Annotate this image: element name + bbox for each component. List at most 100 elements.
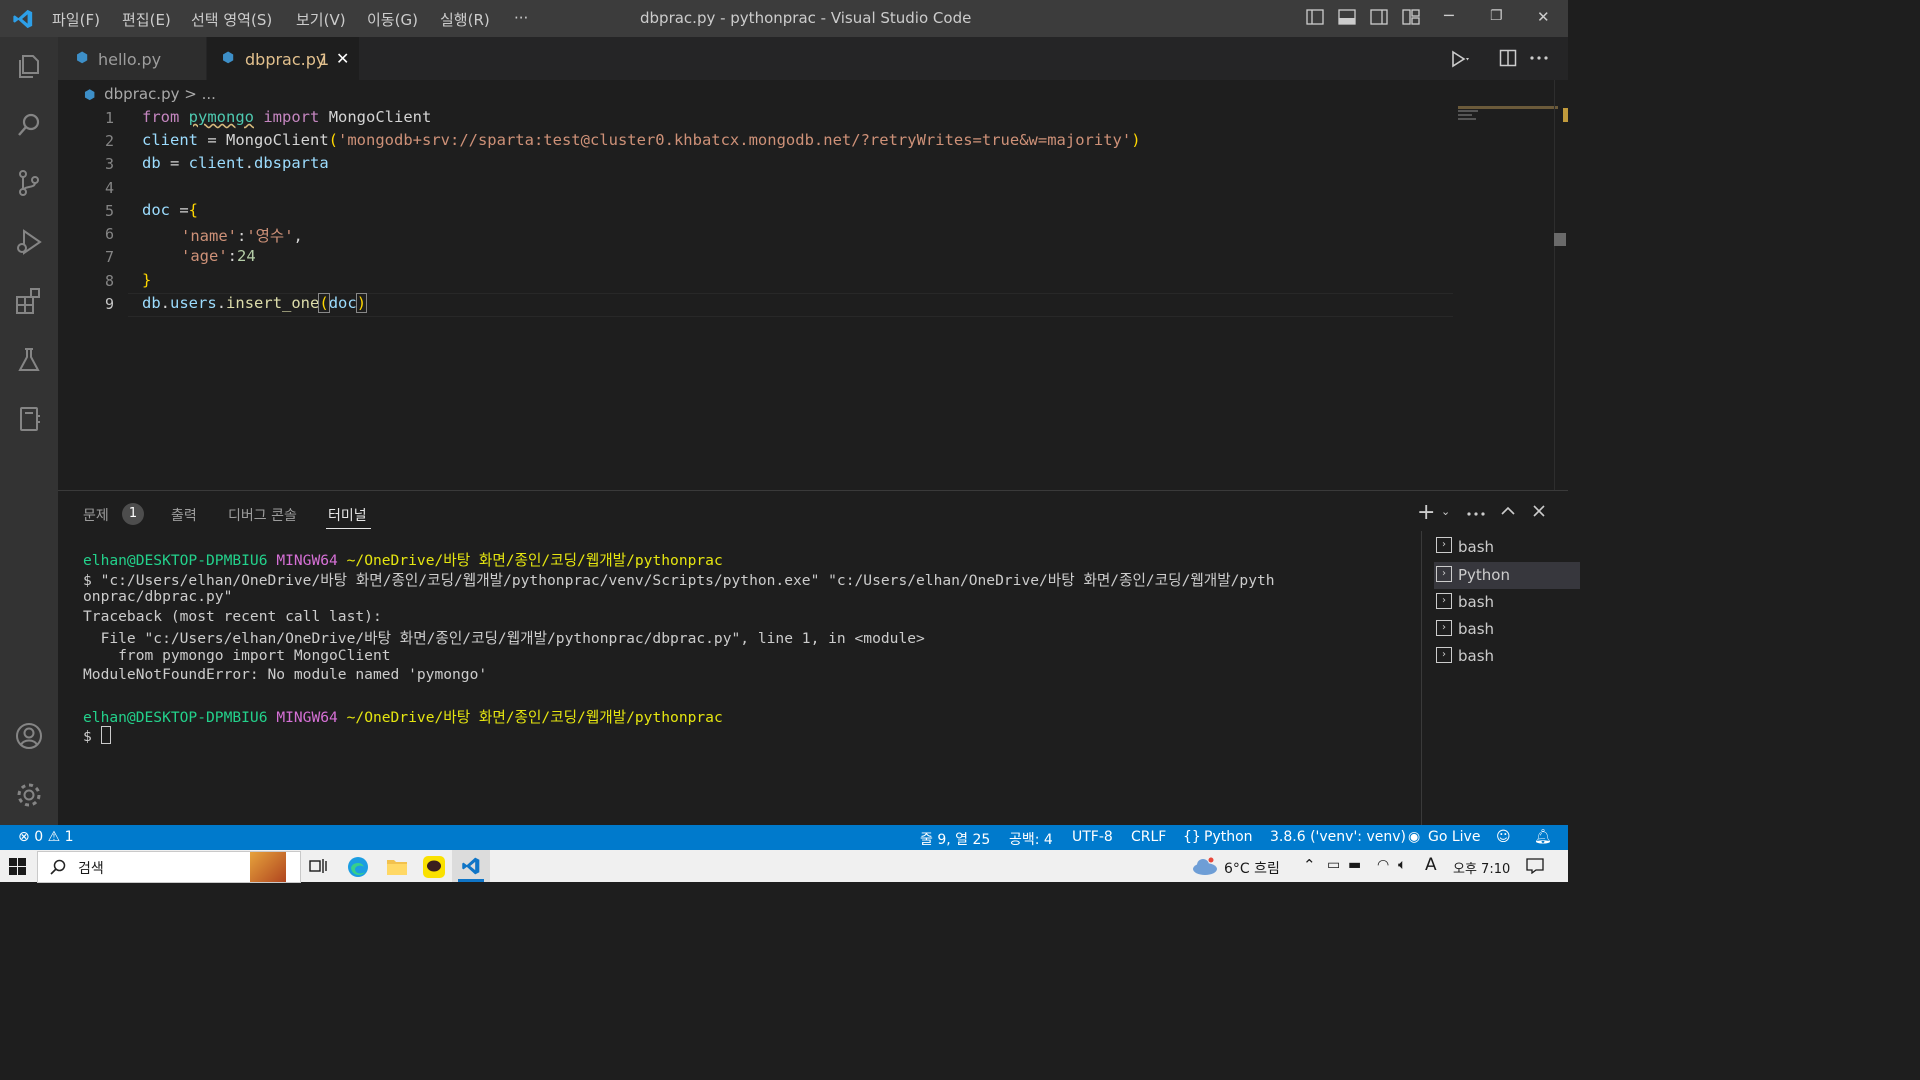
- code-line-7[interactable]: 'age':24: [181, 247, 256, 265]
- file-explorer-icon[interactable]: [386, 857, 408, 876]
- kakaotalk-icon[interactable]: [423, 856, 445, 878]
- vscode-taskbar-button[interactable]: [452, 850, 490, 882]
- toggle-secondary-sidebar-icon[interactable]: [1370, 9, 1388, 25]
- menu-edit[interactable]: 편집(E): [122, 9, 171, 30]
- breadcrumb-file[interactable]: dbprac.py: [104, 85, 179, 103]
- token: :: [227, 247, 238, 265]
- token: :: [237, 227, 247, 245]
- toggle-panel-icon[interactable]: [1338, 9, 1356, 25]
- breadcrumb-rest[interactable]: ...: [202, 85, 216, 103]
- tab-output[interactable]: 출력: [171, 505, 197, 525]
- run-file-icon[interactable]: [1450, 50, 1470, 68]
- editor-scrollbar[interactable]: [1554, 80, 1569, 490]
- terminal-icon: ›: [1436, 537, 1452, 553]
- battery-icon[interactable]: ▬: [1348, 857, 1361, 873]
- ime-indicator[interactable]: A: [1425, 855, 1437, 875]
- cursor-position[interactable]: 줄 9, 열 25: [920, 829, 990, 849]
- token: ): [1131, 131, 1141, 149]
- tab-hello-py[interactable]: ⬢ hello.py: [58, 37, 206, 80]
- menu-view[interactable]: 보기(V): [296, 9, 346, 30]
- customize-layout-icon[interactable]: [1402, 9, 1420, 25]
- menu-file[interactable]: 파일(F): [52, 9, 100, 30]
- code-line-6[interactable]: 'name':'영수',: [181, 224, 303, 246]
- menu-go[interactable]: 이동(G): [367, 9, 418, 30]
- taskbar-search-box[interactable]: 검색: [37, 851, 301, 883]
- terminal-name: bash: [1458, 620, 1495, 638]
- action-center-icon[interactable]: [1526, 858, 1544, 874]
- extensions-icon[interactable]: [14, 286, 44, 316]
- terminal-list-item[interactable]: › bash: [1434, 535, 1566, 562]
- clock[interactable]: 오후 7:10: [1453, 858, 1510, 877]
- more-actions-icon[interactable]: [1530, 56, 1548, 60]
- line-number: 3: [104, 155, 114, 173]
- python-interpreter[interactable]: 3.8.6 ('venv': venv): [1270, 829, 1406, 845]
- restore-button[interactable]: ❐: [1490, 8, 1503, 24]
- code-line-3[interactable]: db = client.dbsparta: [142, 154, 329, 172]
- token-bracket-match: ): [355, 293, 368, 313]
- code-line-8[interactable]: }: [142, 271, 151, 289]
- minimize-button[interactable]: ─: [1444, 6, 1454, 25]
- code-line-5[interactable]: doc ={: [142, 201, 198, 219]
- tab-debug-console[interactable]: 디버그 콘솔: [228, 505, 297, 525]
- tab-dbprac-py[interactable]: ⬢ dbprac.py 1 ✕: [207, 37, 359, 80]
- error-count: 0: [34, 829, 44, 845]
- tab-problems[interactable]: 문제: [83, 505, 109, 525]
- token: db: [142, 294, 161, 312]
- more-actions-icon[interactable]: [1467, 512, 1485, 516]
- activity-bar: [0, 37, 58, 825]
- terminal-input-line[interactable]: $: [83, 726, 111, 745]
- edge-icon[interactable]: [347, 856, 369, 878]
- toggle-primary-sidebar-icon[interactable]: [1306, 9, 1324, 25]
- code-line-9[interactable]: db.users.insert_one(doc): [142, 293, 368, 313]
- close-window-button[interactable]: ✕: [1537, 8, 1550, 26]
- code-line-2[interactable]: client = MongoClient('mongodb+srv://spar…: [142, 131, 1141, 149]
- menu-run[interactable]: 실행(R): [440, 9, 490, 30]
- terminal-list-item[interactable]: › bash: [1434, 616, 1566, 643]
- problems-status[interactable]: ⊗ 0 ⚠ 1: [18, 829, 74, 845]
- python-file-icon: ⬢: [84, 88, 96, 103]
- testing-icon[interactable]: [14, 345, 44, 375]
- notification-icon[interactable]: 🔔︎: [1534, 829, 1552, 845]
- remote-explorer-icon[interactable]: [14, 404, 44, 434]
- token: =: [160, 154, 189, 172]
- show-hidden-icons-icon[interactable]: ⌃: [1303, 856, 1316, 874]
- terminal-line: from pymongo import MongoClient: [83, 647, 391, 664]
- close-tab-icon[interactable]: ✕: [336, 49, 349, 68]
- source-control-icon[interactable]: [14, 168, 44, 198]
- terminal-prompt: elhan@DESKTOP-DPMBIU6 MINGW64 ~/OneDrive…: [83, 549, 723, 570]
- indentation[interactable]: 공백: 4: [1009, 829, 1053, 849]
- terminal-list-item[interactable]: › bash: [1434, 589, 1566, 616]
- language-mode[interactable]: Python: [1204, 829, 1253, 845]
- token: ,: [293, 227, 303, 245]
- explorer-icon[interactable]: [14, 51, 44, 81]
- manage-gear-icon[interactable]: [14, 780, 44, 810]
- end-of-line[interactable]: CRLF: [1131, 829, 1166, 845]
- terminal-list-item-selected[interactable]: › Python: [1434, 562, 1580, 589]
- task-view-icon[interactable]: [309, 858, 327, 874]
- volume-icon[interactable]: 🔈︎: [1398, 857, 1406, 873]
- go-live-button[interactable]: Go Live: [1428, 829, 1480, 845]
- run-debug-icon[interactable]: [14, 227, 44, 257]
- split-editor-icon[interactable]: [1499, 49, 1517, 67]
- accounts-icon[interactable]: [14, 721, 44, 751]
- new-terminal-icon[interactable]: +: [1417, 500, 1435, 525]
- code-line-1[interactable]: from pymongo import MongoClient: [142, 108, 431, 126]
- editor[interactable]: ⬢ dbprac.py > ... 1 2 3 4 5 6 7 8 9 from…: [58, 80, 1568, 490]
- close-panel-icon[interactable]: [1533, 505, 1545, 517]
- chevron-down-icon[interactable]: ⌄: [1441, 505, 1450, 518]
- menu-selection[interactable]: 선택 영역(S): [191, 9, 272, 30]
- meet-now-icon[interactable]: ▭: [1327, 857, 1340, 873]
- terminal-list-item[interactable]: › bash: [1434, 643, 1566, 670]
- weather-text[interactable]: 6°C 흐림: [1224, 858, 1280, 878]
- line-number: 4: [104, 179, 114, 197]
- maximize-panel-icon[interactable]: [1501, 506, 1515, 516]
- wifi-icon[interactable]: ◠: [1377, 857, 1389, 873]
- windows-start-icon[interactable]: [9, 858, 26, 875]
- menu-more[interactable]: ···: [514, 9, 528, 27]
- encoding[interactable]: UTF-8: [1072, 829, 1113, 845]
- python-file-icon: ⬢: [222, 50, 235, 66]
- feedback-icon[interactable]: ☺: [1496, 829, 1511, 845]
- tab-label: hello.py: [98, 50, 162, 69]
- search-icon[interactable]: [14, 110, 44, 140]
- tab-terminal[interactable]: 터미널: [328, 505, 367, 525]
